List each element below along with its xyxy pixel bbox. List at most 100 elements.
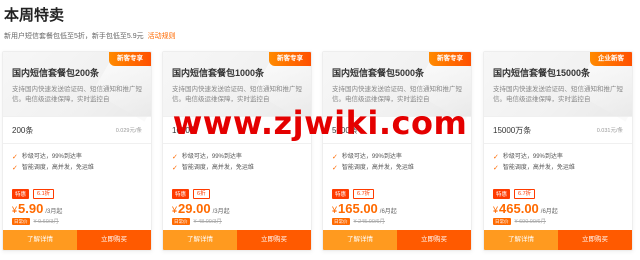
spec-quantity: 200条 xyxy=(12,125,34,135)
feature-text: 智能调度，高并发，免运维 xyxy=(181,165,254,171)
feature-text: 秒级可达，99%到达率 xyxy=(502,154,563,160)
price-value: 5.90 xyxy=(18,201,44,216)
card-title: 国内短信套餐包5000条 xyxy=(332,68,425,78)
special-offer-badge: 特惠 xyxy=(493,189,511,199)
card-actions: 了解详情 立即购买 xyxy=(3,230,151,250)
card-header: 新客专享 国内短信套餐包1000条 支持国内快速发送验证码、短信通知和推广短信。… xyxy=(163,52,311,122)
check-icon: ✓ xyxy=(332,154,338,161)
new-customer-ribbon: 新客专享 xyxy=(109,52,151,66)
spec-option[interactable]: 200条 0.029元/条 xyxy=(3,116,151,144)
feature-text: 智能调度，高并发，免运维 xyxy=(21,165,94,171)
buy-now-button[interactable]: 立即购买 xyxy=(237,230,311,250)
check-icon: ✓ xyxy=(493,154,499,161)
feature-text: 秒级可达，99%到达率 xyxy=(21,154,82,160)
card-description: 支持国内快速发送验证码、短信通知和推广短信。电信级运维保障，实时监控自 xyxy=(12,86,142,103)
spec-unit-price: 0.029元/条 xyxy=(115,128,142,134)
price-period: /6月起 xyxy=(379,209,397,215)
price-area: 特惠 6.7折 ¥ 165.00 /6月起 日常价 ¥ 245.00/6月 xyxy=(323,188,471,225)
price-area: 特惠 6.1折 ¥ 5.90 /3月起 日常价 ¥ 9.60/3月 xyxy=(3,188,151,225)
buy-now-button[interactable]: 立即购买 xyxy=(558,230,632,250)
original-price: ¥ 9.60/3月 xyxy=(33,219,59,225)
price-period: /3月起 xyxy=(45,209,63,215)
price: ¥ 465.00 /6月起 xyxy=(493,201,623,216)
feature-text: 秒级可达，99%到达率 xyxy=(341,154,402,160)
original-price-row: 日常价 ¥ 690.00/6月 xyxy=(493,217,623,225)
buy-now-button[interactable]: 立即购买 xyxy=(397,230,471,250)
details-button[interactable]: 了解详情 xyxy=(163,230,237,250)
feature-text: 秒级可达，99%到达率 xyxy=(181,154,242,160)
package-card-list: 新客专享 国内短信套餐包200条 支持国内快速发送验证码、短信通知和推广短信。电… xyxy=(0,51,640,251)
spec-quantity: 5000条 xyxy=(332,125,358,135)
spec-quantity: 15000万条 xyxy=(493,125,532,135)
price: ¥ 5.90 /3月起 xyxy=(12,201,142,216)
special-offer-badge: 特惠 xyxy=(332,189,350,199)
new-customer-ribbon: 新客专享 xyxy=(429,52,471,66)
original-price-row: 日常价 ¥ 9.60/3月 xyxy=(12,217,142,225)
price-value: 29.00 xyxy=(178,201,211,216)
price-area: 特惠 6折 ¥ 29.00 /3月起 日常价 ¥ 48.00/3月 xyxy=(163,188,311,225)
tag-row: 特惠 6.7折 xyxy=(493,188,623,200)
feature-list: ✓ 秒级可达，99%到达率 ✓ 智能调度，高并发，免运维 xyxy=(323,144,471,188)
card-header: 新客专享 国内短信套餐包200条 支持国内快速发送验证码、短信通知和推广短信。电… xyxy=(3,52,151,122)
feature-item: ✓ 秒级可达，99%到达率 xyxy=(332,152,462,163)
promo-subtitle-text: 新用户短信套餐包低至5折，新手包低至5.9元 xyxy=(4,33,144,40)
original-price: ¥ 690.00/6月 xyxy=(514,219,547,225)
original-price-row: 日常价 ¥ 48.00/3月 xyxy=(172,217,302,225)
tag-row: 特惠 6折 xyxy=(172,188,302,200)
original-price: ¥ 48.00/3月 xyxy=(193,219,222,225)
discount-badge: 6.1折 xyxy=(33,189,55,199)
price-currency: ¥ xyxy=(332,205,338,215)
details-button[interactable]: 了解详情 xyxy=(323,230,397,250)
spec-option[interactable]: 15000万条 0.031元/条 xyxy=(484,116,632,144)
card-actions: 了解详情 立即购买 xyxy=(323,230,471,250)
price: ¥ 165.00 /6月起 xyxy=(332,201,462,216)
spec-option[interactable]: 5000条 xyxy=(323,116,471,144)
card-description: 支持国内快速发送验证码、短信通知和推广短信。电信级运维保障，实时监控自 xyxy=(493,86,623,103)
tag-row: 特惠 6.1折 xyxy=(12,188,142,200)
price: ¥ 29.00 /3月起 xyxy=(172,201,302,216)
card-actions: 了解详情 立即购买 xyxy=(484,230,632,250)
discount-badge: 6折 xyxy=(193,189,210,199)
price-period: /3月起 xyxy=(212,209,230,215)
page-header: 本周特卖 新用户短信套餐包低至5折，新手包低至5.9元 活动规则 xyxy=(4,4,176,41)
price-currency: ¥ xyxy=(172,205,178,215)
feature-item: ✓ 秒级可达，99%到达率 xyxy=(493,152,623,163)
enterprise-ribbon: 企业新客 xyxy=(590,52,632,66)
original-price-badge: 日常价 xyxy=(12,217,30,225)
details-button[interactable]: 了解详情 xyxy=(3,230,77,250)
card-description: 支持国内快速发送验证码、短信通知和推广短信。电信级运维保障，实时监控自 xyxy=(172,86,302,103)
spec-quantity: 1000条 xyxy=(172,125,198,135)
card-actions: 了解详情 立即购买 xyxy=(163,230,311,250)
spec-unit-price: 0.031元/条 xyxy=(596,128,623,134)
original-price: ¥ 245.00/6月 xyxy=(353,219,386,225)
spec-option[interactable]: 1000条 xyxy=(163,116,311,144)
card-header: 企业新客 国内短信套餐包15000条 支持国内快速发送验证码、短信通知和推广短信… xyxy=(484,52,632,122)
package-card: 企业新客 国内短信套餐包15000条 支持国内快速发送验证码、短信通知和推广短信… xyxy=(483,51,633,251)
feature-list: ✓ 秒级可达，99%到达率 ✓ 智能调度，高并发，免运维 xyxy=(163,144,311,188)
price-period: /6月起 xyxy=(540,209,558,215)
discount-badge: 6.7折 xyxy=(514,189,536,199)
feature-text: 智能调度，高并发，免运维 xyxy=(502,165,575,171)
feature-item: ✓ 秒级可达，99%到达率 xyxy=(172,152,302,163)
special-offer-badge: 特惠 xyxy=(12,189,30,199)
feature-item: ✓ 智能调度，高并发，免运维 xyxy=(332,163,462,174)
new-customer-ribbon: 新客专享 xyxy=(269,52,311,66)
tag-row: 特惠 6.7折 xyxy=(332,188,462,200)
package-card: 新客专享 国内短信套餐包1000条 支持国内快速发送验证码、短信通知和推广短信。… xyxy=(162,51,312,251)
feature-item: ✓ 秒级可达，99%到达率 xyxy=(12,152,142,163)
price-currency: ¥ xyxy=(12,205,18,215)
original-price-badge: 日常价 xyxy=(172,217,190,225)
card-title: 国内短信套餐包1000条 xyxy=(172,68,265,78)
check-icon: ✓ xyxy=(493,165,499,172)
package-card: 新客专享 国内短信套餐包5000条 支持国内快速发送验证码、短信通知和推广短信。… xyxy=(322,51,472,251)
feature-text: 智能调度，高并发，免运维 xyxy=(341,165,414,171)
details-button[interactable]: 了解详情 xyxy=(484,230,558,250)
original-price-badge: 日常价 xyxy=(493,217,511,225)
activity-rules-link[interactable]: 活动规则 xyxy=(148,33,176,40)
price-value: 165.00 xyxy=(338,201,378,216)
feature-list: ✓ 秒级可达，99%到达率 ✓ 智能调度，高并发，免运维 xyxy=(484,144,632,188)
price-value: 465.00 xyxy=(499,201,539,216)
check-icon: ✓ xyxy=(172,165,178,172)
check-icon: ✓ xyxy=(172,154,178,161)
buy-now-button[interactable]: 立即购买 xyxy=(77,230,151,250)
